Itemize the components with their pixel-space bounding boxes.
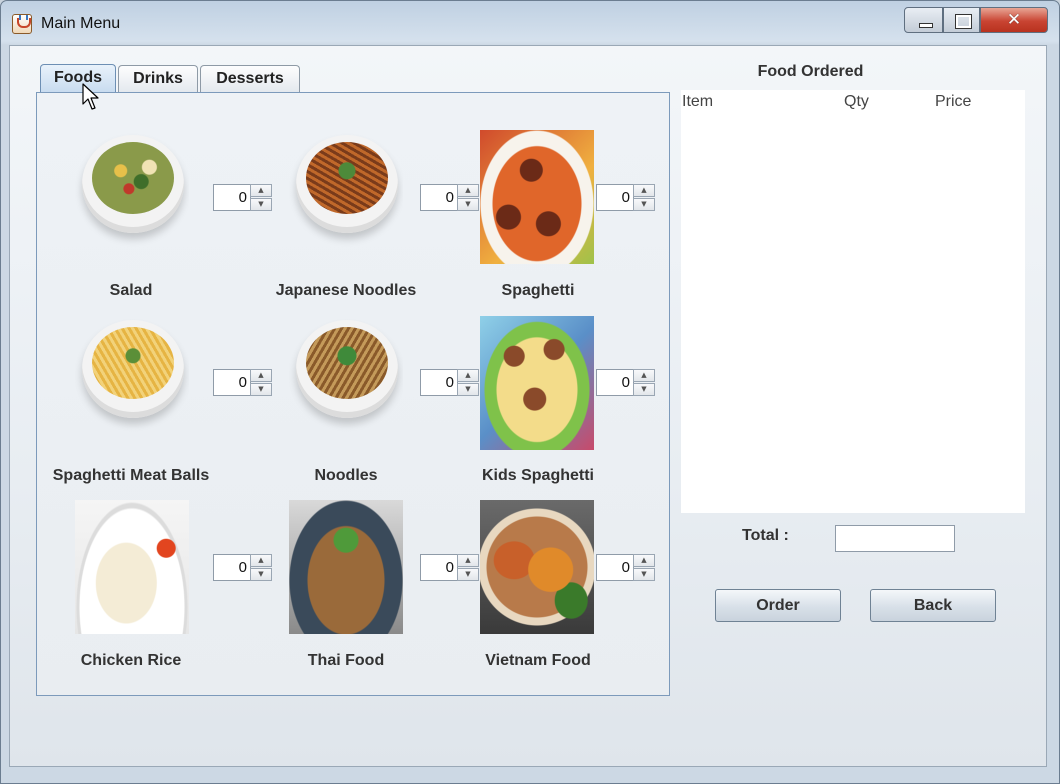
noodles-bowl-image bbox=[289, 312, 403, 446]
chicken-rice-quantity-spinner[interactable]: 0 ▲ ▼ bbox=[213, 554, 272, 581]
tab-foods[interactable]: Foods bbox=[40, 64, 116, 93]
japanese-noodles-bowl-image bbox=[289, 127, 403, 261]
vietnam-food-label: Vietnam Food bbox=[485, 652, 591, 669]
thai-food-quantity-field[interactable]: 0 bbox=[420, 554, 458, 581]
total-label: Total : bbox=[742, 527, 789, 544]
thai-food-increment-button[interactable]: ▲ bbox=[457, 554, 479, 567]
minimize-icon bbox=[919, 23, 933, 28]
spaghetti-meatballs-quantity-spinner[interactable]: 0 ▲ ▼ bbox=[213, 369, 272, 396]
kids-spaghetti-decrement-button[interactable]: ▼ bbox=[633, 383, 655, 396]
vietnam-food-decrement-button[interactable]: ▼ bbox=[633, 568, 655, 581]
window-title: Main Menu bbox=[41, 15, 121, 32]
salad-bowl-image bbox=[75, 127, 189, 261]
kids-spaghetti-quantity-field[interactable]: 0 bbox=[596, 369, 634, 396]
kids-spaghetti-photo bbox=[480, 316, 594, 450]
japanese-noodles-increment-button[interactable]: ▲ bbox=[457, 184, 479, 197]
noodles-decrement-button[interactable]: ▼ bbox=[457, 383, 479, 396]
spaghetti-meatballs-increment-button[interactable]: ▲ bbox=[250, 369, 272, 382]
salad-decrement-button[interactable]: ▼ bbox=[250, 198, 272, 211]
kids-spaghetti-increment-button[interactable]: ▲ bbox=[633, 369, 655, 382]
kids-spaghetti-label: Kids Spaghetti bbox=[481, 467, 594, 484]
chicken-rice-label: Chicken Rice bbox=[80, 652, 182, 669]
noodles-label: Noodles bbox=[314, 467, 378, 484]
chicken-rice-photo bbox=[75, 500, 189, 634]
back-button[interactable]: Back bbox=[870, 589, 996, 622]
spaghetti-meatballs-decrement-button[interactable]: ▼ bbox=[250, 383, 272, 396]
column-header-qty[interactable]: Qty bbox=[844, 93, 869, 111]
order-button[interactable]: Order bbox=[715, 589, 841, 622]
japanese-noodles-quantity-field[interactable]: 0 bbox=[420, 184, 458, 211]
tab-desserts[interactable]: Desserts bbox=[200, 65, 300, 92]
food-ordered-heading: Food Ordered bbox=[757, 63, 864, 80]
thai-food-label: Thai Food bbox=[307, 652, 385, 669]
close-icon: ✕ bbox=[1006, 10, 1022, 30]
salad-label: Salad bbox=[109, 282, 153, 299]
spaghetti-meatballs-quantity-field[interactable]: 0 bbox=[213, 369, 251, 396]
vietnam-food-increment-button[interactable]: ▲ bbox=[633, 554, 655, 567]
salad-quantity-field[interactable]: 0 bbox=[213, 184, 251, 211]
noodles-quantity-field[interactable]: 0 bbox=[420, 369, 458, 396]
minimize-button[interactable] bbox=[904, 7, 943, 33]
salad-increment-button[interactable]: ▲ bbox=[250, 184, 272, 197]
chicken-rice-quantity-field[interactable]: 0 bbox=[213, 554, 251, 581]
spaghetti-meatballs-bowl-image bbox=[75, 312, 189, 446]
order-table[interactable]: Item Qty Price bbox=[681, 90, 1025, 513]
chicken-rice-decrement-button[interactable]: ▼ bbox=[250, 568, 272, 581]
close-button[interactable]: ✕ bbox=[980, 7, 1048, 33]
chicken-rice-increment-button[interactable]: ▲ bbox=[250, 554, 272, 567]
spaghetti-quantity-spinner[interactable]: 0 ▲ ▼ bbox=[596, 184, 655, 211]
vietnam-food-photo bbox=[480, 500, 594, 634]
total-field[interactable] bbox=[835, 525, 955, 552]
java-app-icon bbox=[12, 14, 32, 34]
japanese-noodles-decrement-button[interactable]: ▼ bbox=[457, 198, 479, 211]
spaghetti-plate-photo bbox=[480, 130, 594, 264]
noodles-increment-button[interactable]: ▲ bbox=[457, 369, 479, 382]
spaghetti-increment-button[interactable]: ▲ bbox=[633, 184, 655, 197]
japanese-noodles-label: Japanese Noodles bbox=[275, 282, 417, 299]
thai-food-photo bbox=[289, 500, 403, 634]
spaghetti-label: Spaghetti bbox=[501, 282, 575, 299]
spaghetti-meatballs-label: Spaghetti Meat Balls bbox=[52, 467, 210, 484]
spaghetti-decrement-button[interactable]: ▼ bbox=[633, 198, 655, 211]
salad-quantity-spinner[interactable]: 0 ▲ ▼ bbox=[213, 184, 272, 211]
title-bar[interactable]: Main Menu ✕ bbox=[1, 1, 1059, 45]
vietnam-food-quantity-field[interactable]: 0 bbox=[596, 554, 634, 581]
mouse-cursor-icon bbox=[82, 83, 99, 110]
tab-drinks[interactable]: Drinks bbox=[118, 65, 198, 92]
maximize-icon bbox=[955, 14, 972, 29]
maximize-button[interactable] bbox=[943, 7, 980, 33]
column-header-price[interactable]: Price bbox=[935, 93, 971, 111]
vietnam-food-quantity-spinner[interactable]: 0 ▲ ▼ bbox=[596, 554, 655, 581]
kids-spaghetti-quantity-spinner[interactable]: 0 ▲ ▼ bbox=[596, 369, 655, 396]
noodles-quantity-spinner[interactable]: 0 ▲ ▼ bbox=[420, 369, 479, 396]
thai-food-decrement-button[interactable]: ▼ bbox=[457, 568, 479, 581]
japanese-noodles-quantity-spinner[interactable]: 0 ▲ ▼ bbox=[420, 184, 479, 211]
column-header-item[interactable]: Item bbox=[682, 93, 713, 111]
thai-food-quantity-spinner[interactable]: 0 ▲ ▼ bbox=[420, 554, 479, 581]
spaghetti-quantity-field[interactable]: 0 bbox=[596, 184, 634, 211]
